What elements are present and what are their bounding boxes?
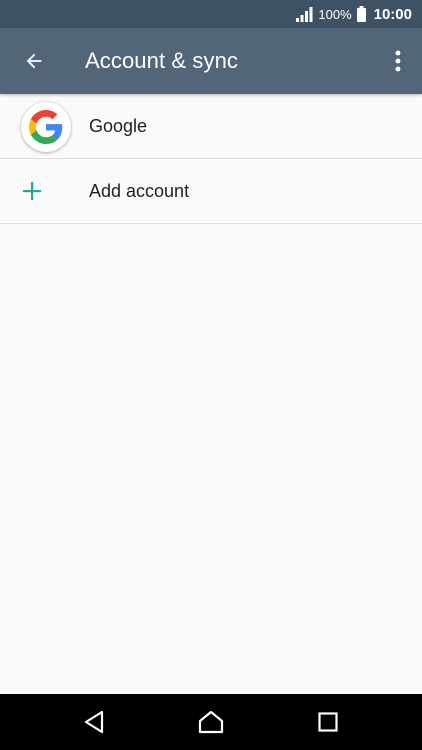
battery-percent: 100% — [318, 6, 352, 22]
nav-recents-button[interactable] — [298, 694, 358, 750]
battery-icon — [356, 6, 366, 22]
list-item-label: Add account — [89, 181, 190, 201]
clock: 10:00 — [373, 5, 412, 23]
app-bar: Account & sync — [0, 28, 422, 94]
plus-icon — [23, 182, 41, 200]
arrow-back-icon — [26, 53, 42, 69]
signal-icon — [296, 6, 313, 22]
more-options-button[interactable] — [380, 39, 416, 83]
page-title: Account & sync — [85, 48, 239, 73]
list-item-google[interactable]: Google — [0, 94, 422, 159]
status-bar: 100% 10:00 — [0, 0, 422, 28]
back-triangle-icon — [84, 710, 104, 734]
nav-home-button[interactable] — [181, 694, 241, 750]
list-item-add-account[interactable]: Add account — [0, 159, 422, 224]
account-list: Google Add account — [0, 94, 422, 224]
google-logo-icon — [29, 110, 63, 144]
back-button[interactable] — [12, 39, 56, 83]
nav-back-button[interactable] — [64, 694, 124, 750]
list-item-label: Google — [89, 116, 148, 136]
recents-icon — [318, 712, 338, 732]
home-icon — [198, 710, 224, 734]
more-vert-icon — [395, 50, 401, 72]
navigation-bar — [0, 694, 422, 750]
avatar — [21, 102, 71, 152]
